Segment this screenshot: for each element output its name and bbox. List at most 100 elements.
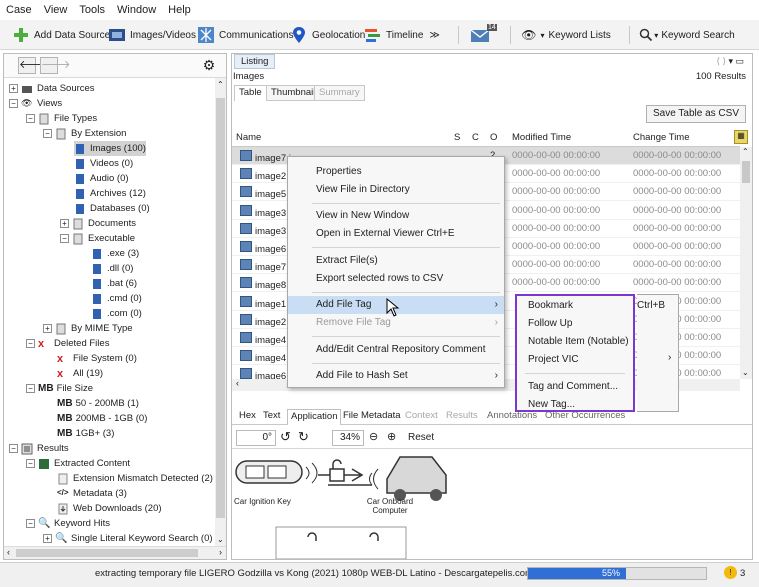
tree-node-dll[interactable]: .dll (0)	[91, 261, 133, 276]
zoom-in-icon[interactable]: ⊕	[387, 430, 396, 443]
tree-node-cmd[interactable]: .cmd (0)	[91, 291, 142, 306]
forward-button[interactable]: 🡒	[40, 57, 71, 74]
rotate-right-icon[interactable]: ↻	[298, 429, 309, 445]
tree-node-videos[interactable]: Videos (0)	[74, 156, 133, 171]
menu-item-project-vic[interactable]: Project VIC	[517, 351, 633, 369]
zoom-field[interactable]: 34%	[332, 430, 364, 446]
column-header-comment[interactable]: C	[472, 132, 479, 143]
tab-hex[interactable]: Hex	[236, 409, 259, 425]
menu-item-new-tag[interactable]: New Tag...	[517, 396, 633, 414]
collapse-toggle-icon[interactable]: −	[9, 444, 18, 453]
menu-item-central-repository-comment[interactable]: Add/Edit Central Repository Comment	[288, 341, 504, 359]
collapse-toggle-icon[interactable]: −	[43, 129, 52, 138]
scroll-thumb[interactable]	[216, 98, 225, 518]
column-header-name[interactable]: Name	[236, 132, 261, 143]
tree-node-all-deleted[interactable]: x All (19)	[57, 366, 103, 381]
collapse-toggle-icon[interactable]: −	[26, 459, 35, 468]
expand-toggle-icon[interactable]: +	[43, 534, 52, 543]
tree-node-documents[interactable]: + Documents	[60, 216, 136, 231]
rotate-left-icon[interactable]: ↺	[280, 429, 291, 445]
tree-node-by-extension[interactable]: − By Extension	[43, 126, 126, 141]
tab-table[interactable]: Table	[234, 85, 267, 101]
menu-tools[interactable]: Tools	[79, 4, 105, 16]
collapse-toggle-icon[interactable]: −	[9, 99, 18, 108]
column-header-change[interactable]: Change Time	[633, 132, 690, 143]
timeline-button[interactable]: Timeline ≫	[364, 24, 440, 46]
menu-item-view-in-directory[interactable]: View File in Directory	[288, 181, 504, 199]
scroll-thumb[interactable]	[16, 549, 198, 557]
more-tools-chevron[interactable]: ≫	[429, 30, 439, 41]
gear-icon[interactable]: ⚙	[200, 57, 218, 75]
menu-window[interactable]: Window	[117, 4, 156, 16]
menu-item-notable[interactable]: Notable Item (Notable)	[517, 333, 633, 351]
tree-node-file-system[interactable]: x File System (0)	[57, 351, 137, 366]
tree-node-single-literal[interactable]: + 🔍 Single Literal Keyword Search (0)	[43, 531, 213, 546]
scroll-right-icon[interactable]: ›	[219, 547, 222, 557]
tree-node-extracted-content[interactable]: − Extracted Content	[26, 456, 130, 471]
collapse-toggle-icon[interactable]: −	[60, 234, 69, 243]
tab-context[interactable]: Context	[402, 409, 441, 425]
scroll-up-icon[interactable]: ⌃	[742, 147, 749, 156]
menu-help[interactable]: Help	[168, 4, 191, 16]
scroll-left-icon[interactable]: ‹	[7, 547, 10, 557]
tree-node-file-size[interactable]: − MB File Size	[26, 381, 93, 396]
tree-node-extension-mismatch[interactable]: Extension Mismatch Detected (2)	[57, 471, 213, 486]
tree-node-views[interactable]: − 👁 Views	[9, 96, 62, 111]
tree-node-size-200-1g[interactable]: MB 200MB - 1GB (0)	[57, 411, 147, 426]
column-header-modified[interactable]: Modified Time	[512, 132, 571, 143]
tree-vertical-scrollbar[interactable]: ⌃ ⌄	[215, 78, 226, 546]
tree-node-images[interactable]: Images (100)	[74, 141, 146, 156]
expand-toggle-icon[interactable]: +	[60, 219, 69, 228]
tree-node-deleted-files[interactable]: − x Deleted Files	[26, 336, 109, 351]
tree-node-size-50-200[interactable]: MB 50 - 200MB (1)	[57, 396, 139, 411]
tree-node-web-downloads[interactable]: Web Downloads (20)	[57, 501, 162, 516]
tree-node-file-types[interactable]: − File Types	[26, 111, 97, 126]
back-button[interactable]: 🡐	[18, 57, 49, 74]
menu-item-export-csv[interactable]: Export selected rows to CSV	[288, 270, 504, 288]
tab-text[interactable]: Text	[260, 409, 283, 425]
tab-summary[interactable]: Summary	[314, 85, 365, 101]
tree-node-exe[interactable]: .exe (3)	[91, 246, 139, 261]
menu-item-extract-files[interactable]: Extract File(s)	[288, 252, 504, 270]
rotation-field[interactable]: 0°	[236, 430, 276, 446]
add-data-source-button[interactable]: Add Data Source	[12, 24, 110, 46]
menu-item-open-external-viewer[interactable]: Open in External Viewer Ctrl+E	[288, 225, 504, 243]
geolocation-button[interactable]: Geolocation	[290, 24, 365, 46]
tree-node-bat[interactable]: .bat (6)	[91, 276, 137, 291]
tab-results[interactable]: Results	[443, 409, 481, 425]
tree-node-archives[interactable]: Archives (12)	[74, 186, 146, 201]
communications-button[interactable]: Communications	[197, 24, 293, 46]
menu-item-view-new-window[interactable]: View in New Window	[288, 207, 504, 225]
tree-node-com[interactable]: .com (0)	[91, 306, 142, 321]
tab-file-metadata[interactable]: File Metadata	[340, 409, 404, 425]
tree-node-data-sources[interactable]: + Data Sources	[9, 81, 95, 96]
menu-item-tag-and-comment[interactable]: Tag and Comment...	[517, 378, 633, 396]
tab-nav-controls[interactable]: ⟨ ⟩ ▾ ▭	[716, 56, 744, 67]
tab-application[interactable]: Application	[287, 409, 342, 425]
tree-horizontal-scrollbar[interactable]: ‹ ›	[4, 546, 226, 559]
zoom-out-icon[interactable]: ⊖	[369, 430, 378, 443]
tree-node-by-mime[interactable]: + By MIME Type	[43, 321, 133, 336]
images-videos-button[interactable]: Images/Videos	[108, 24, 196, 46]
collapse-toggle-icon[interactable]: −	[26, 384, 35, 393]
menu-item-add-to-hash-set[interactable]: Add File to Hash Set ›	[288, 367, 504, 385]
menu-item-follow-up[interactable]: Follow Up	[517, 315, 633, 333]
tree-node-executable[interactable]: − Executable	[60, 231, 135, 246]
notification-bell-icon[interactable]: !	[724, 566, 737, 579]
collapse-toggle-icon[interactable]: −	[26, 519, 35, 528]
column-chooser-icon[interactable]: ▦	[734, 130, 748, 144]
scroll-left-icon[interactable]: ‹	[236, 378, 239, 388]
column-header-score[interactable]: S	[454, 132, 460, 143]
keyword-search-button[interactable]: ▾ Keyword Search	[637, 24, 737, 46]
collapse-toggle-icon[interactable]: −	[26, 339, 35, 348]
tab-listing[interactable]: Listing	[234, 54, 276, 69]
notifications-mail-button[interactable]: 14	[470, 24, 497, 46]
table-vertical-scrollbar[interactable]: ⌃ ⌄	[740, 147, 752, 379]
tree-node-metadata[interactable]: </> Metadata (3)	[57, 486, 127, 501]
menu-case[interactable]: Case	[6, 4, 32, 16]
menu-view[interactable]: View	[44, 4, 68, 16]
tree-node-size-1g-plus[interactable]: MB 1GB+ (3)	[57, 426, 114, 441]
menu-item-properties[interactable]: Properties	[288, 163, 504, 181]
tab-thumbnail[interactable]: Thumbnail	[266, 85, 321, 101]
scroll-thumb[interactable]	[742, 161, 750, 183]
